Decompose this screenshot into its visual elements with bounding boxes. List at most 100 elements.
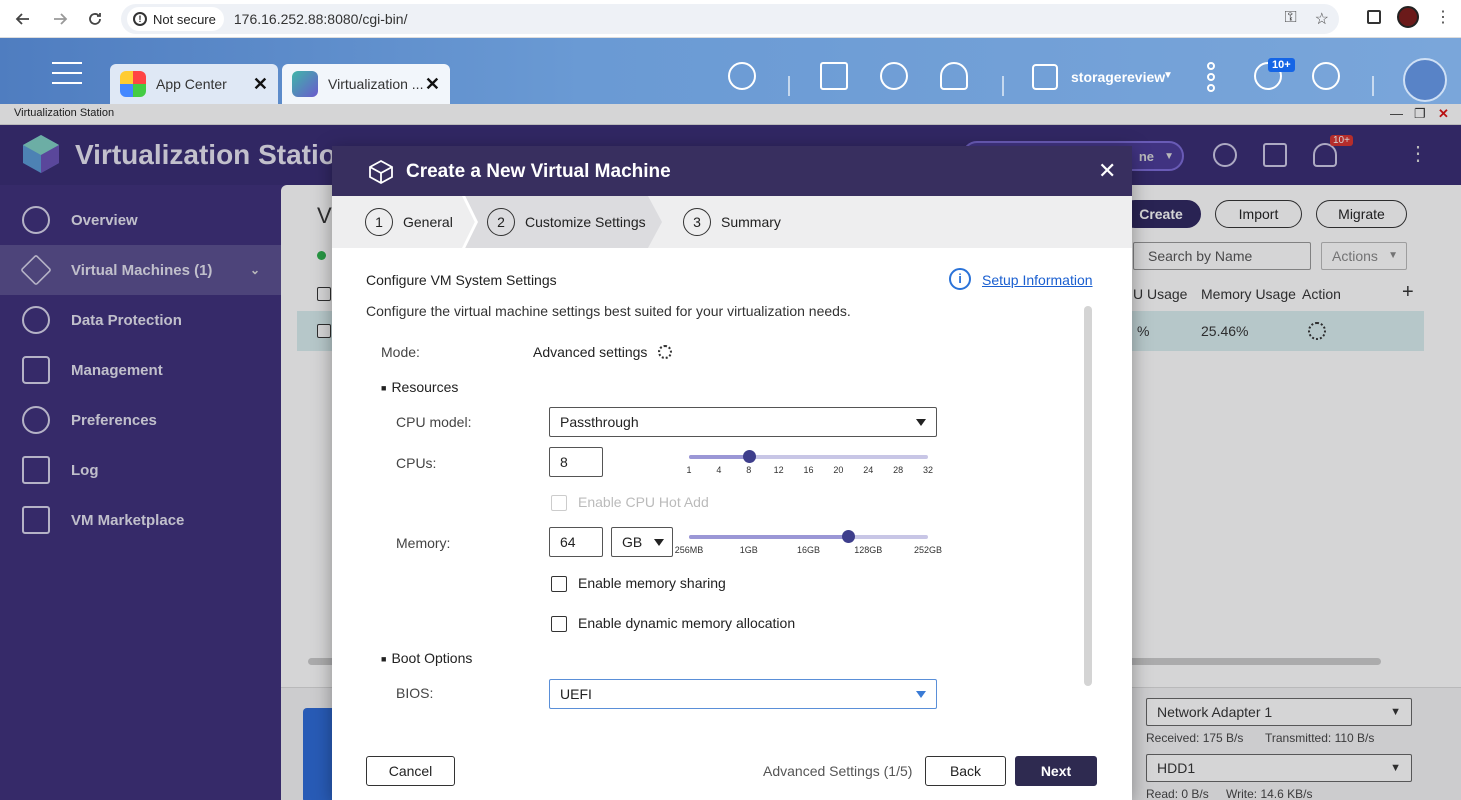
forward-arrow-icon[interactable] — [43, 2, 77, 36]
memory-input[interactable]: 64 — [549, 527, 603, 557]
slider-tick-label: 24 — [863, 465, 874, 475]
slider-tick-label: 4 — [716, 465, 722, 475]
cpus-label: CPUs: — [396, 455, 437, 471]
close-icon[interactable]: ✕ — [253, 74, 268, 95]
slider-tick-label: 16GB — [796, 545, 821, 555]
step-label: Customize Settings — [525, 214, 646, 230]
cpu-model-value: Passthrough — [560, 414, 639, 430]
app-center-icon — [120, 71, 146, 97]
info-icon[interactable]: i — [949, 268, 971, 290]
user-icon[interactable] — [1032, 64, 1058, 90]
cloud-icon[interactable] — [1403, 58, 1447, 102]
close-icon[interactable]: ✕ — [1098, 158, 1116, 184]
step-general[interactable]: 1 General — [365, 196, 453, 248]
reload-icon[interactable] — [78, 2, 112, 36]
wizard-steps: 1 General 2 Customize Settings 3 Summary — [332, 196, 1132, 248]
chevron-down-icon[interactable]: ▼ — [1163, 70, 1173, 81]
step-label: Summary — [721, 214, 781, 230]
bios-select[interactable]: UEFI — [549, 679, 937, 709]
cpu-slider[interactable] — [689, 450, 928, 463]
setup-information-link[interactable]: Setup Information — [982, 272, 1093, 288]
tab-app-center[interactable]: App Center ✕ — [110, 64, 278, 104]
divider — [788, 76, 790, 96]
dialog-header: Create a New Virtual Machine ✕ — [332, 146, 1132, 196]
dialog-title: Create a New Virtual Machine — [406, 161, 671, 182]
cpu-hot-add-checkbox[interactable] — [551, 495, 567, 511]
slider-tick-label: 252GB — [913, 545, 943, 555]
caret-down-icon — [916, 419, 926, 426]
advanced-settings-progress: Advanced Settings (1/5) — [763, 763, 913, 779]
dynamic-memory-label: Enable dynamic memory allocation — [578, 615, 796, 631]
divider — [1002, 76, 1004, 96]
caret-down-icon — [916, 691, 926, 698]
slider-tick-label: 16 — [803, 465, 814, 475]
slider-tick-label: 256MB — [674, 545, 704, 555]
cpus-input[interactable]: 8 — [549, 447, 603, 477]
dashboard-gauge-icon[interactable] — [1312, 62, 1340, 90]
browser-toolbar: ! Not secure 176.16.252.88:8080/cgi-bin/… — [0, 0, 1461, 38]
cpu-hot-add-label: Enable CPU Hot Add — [578, 494, 709, 510]
not-secure-label: Not secure — [153, 11, 216, 27]
bookmark-star-icon[interactable]: ☆ — [1315, 9, 1329, 29]
memory-sharing-checkbox[interactable] — [551, 576, 567, 592]
back-button[interactable]: Back — [925, 756, 1006, 786]
memory-unit-value: GB — [622, 534, 643, 550]
main-menu-icon[interactable] — [52, 62, 82, 84]
vertical-scrollbar[interactable] — [1084, 306, 1092, 686]
mode-label: Mode: — [381, 344, 420, 360]
step-customize-settings[interactable]: 2 Customize Settings — [487, 196, 646, 248]
step-number: 3 — [683, 208, 711, 236]
url-text: 176.16.252.88:8080/cgi-bin/ — [233, 11, 408, 27]
divider — [1372, 76, 1374, 96]
step-summary[interactable]: 3 Summary — [683, 196, 781, 248]
section-description: Configure the virtual machine settings b… — [366, 303, 851, 319]
step-label: General — [403, 214, 453, 230]
browser-menu-icon[interactable]: ⋮ — [1435, 7, 1451, 27]
memory-label: Memory: — [396, 535, 451, 551]
step-number: 1 — [365, 208, 393, 236]
slider-tick-label: 32 — [922, 465, 934, 475]
username[interactable]: storagereview — [1071, 69, 1165, 85]
back-arrow-icon[interactable] — [6, 2, 40, 36]
close-icon[interactable]: ✕ — [425, 74, 440, 95]
gear-icon[interactable] — [658, 345, 672, 359]
bios-label: BIOS: — [396, 685, 434, 701]
sync-icon[interactable] — [880, 62, 908, 90]
search-icon[interactable] — [728, 62, 756, 90]
browser-profile-avatar[interactable] — [1397, 6, 1419, 28]
slider-tick-label: 1GB — [739, 545, 758, 555]
slider-tick-label: 12 — [773, 465, 784, 475]
key-icon[interactable]: ⚿ — [1284, 9, 1296, 29]
not-secure-badge[interactable]: ! Not secure — [127, 7, 224, 31]
side-panel-icon[interactable] — [1367, 10, 1381, 24]
step-number: 2 — [487, 208, 515, 236]
boot-options-section-label: Boot Options — [381, 650, 472, 666]
section-heading: Configure VM System Settings — [366, 272, 557, 288]
notification-bell-icon[interactable] — [940, 62, 968, 90]
task-list-icon[interactable] — [820, 62, 848, 90]
tab-label: Virtualization ... — [328, 76, 424, 92]
cpu-model-select[interactable]: Passthrough — [549, 407, 937, 437]
memory-slider-thumb[interactable] — [842, 530, 856, 543]
slider-tick-label: 8 — [746, 465, 752, 475]
tab-virtualization[interactable]: Virtualization ... ✕ — [282, 64, 450, 104]
next-button[interactable]: Next — [1015, 756, 1097, 786]
more-options-icon[interactable] — [1207, 62, 1217, 95]
dynamic-memory-checkbox[interactable] — [551, 616, 567, 632]
cancel-button[interactable]: Cancel — [366, 756, 455, 786]
memory-slider-fill — [689, 535, 849, 539]
slider-tick-label: 1 — [686, 465, 692, 475]
memory-sharing-label: Enable memory sharing — [578, 575, 726, 591]
memory-unit-select[interactable]: GB — [611, 527, 673, 557]
qts-top-bar: App Center ✕ Virtualization ... ✕ storag… — [0, 38, 1461, 104]
slider-tick-label: 28 — [893, 465, 904, 475]
memory-slider[interactable] — [689, 530, 928, 543]
tab-label: App Center — [156, 76, 227, 92]
virtualization-icon — [292, 71, 318, 97]
address-bar[interactable]: ! Not secure 176.16.252.88:8080/cgi-bin/… — [121, 4, 1339, 34]
cpu-slider-fill — [689, 455, 749, 459]
cpu-slider-thumb[interactable] — [742, 450, 756, 463]
cpu-model-label: CPU model: — [396, 414, 472, 430]
mode-value: Advanced settings — [533, 344, 648, 360]
notification-badge: 10+ — [1268, 58, 1295, 72]
